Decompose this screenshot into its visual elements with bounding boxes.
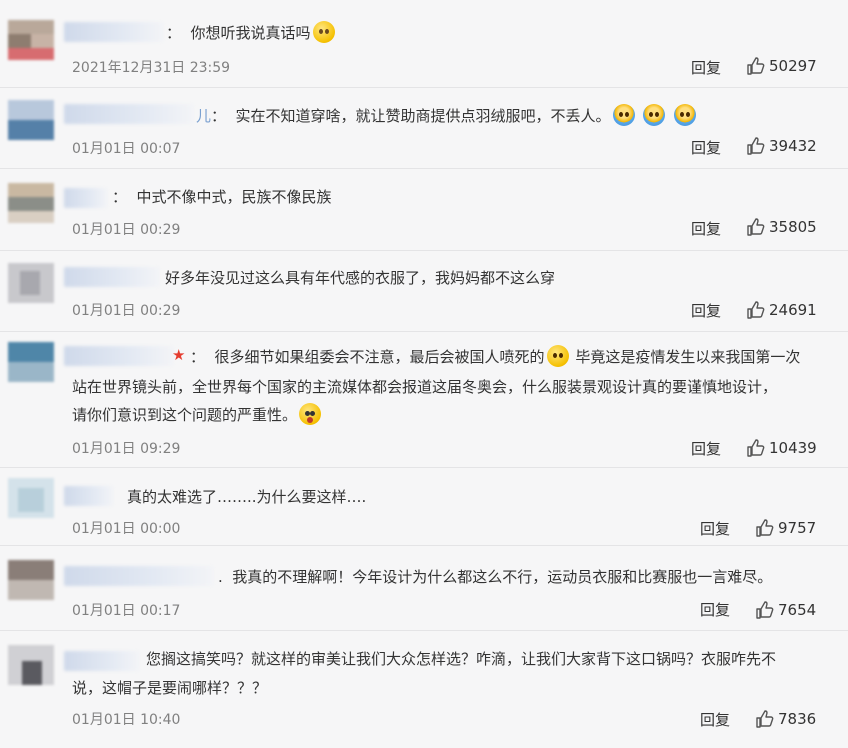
like-count: 10439 bbox=[769, 439, 817, 457]
avatar[interactable] bbox=[8, 263, 54, 303]
username[interactable] bbox=[64, 346, 174, 366]
like-button[interactable]: 50297 bbox=[746, 56, 817, 76]
avatar[interactable] bbox=[8, 560, 54, 600]
avatar[interactable] bbox=[8, 20, 54, 60]
username[interactable] bbox=[64, 651, 140, 671]
reply-button[interactable]: 回复 bbox=[691, 300, 721, 321]
avatar[interactable] bbox=[8, 183, 54, 223]
laugh-cry-emoji-icon bbox=[546, 345, 569, 367]
hug-emoji-icon bbox=[643, 104, 666, 126]
comment-text: ： 中式不像中式，民族不像民族 bbox=[112, 188, 332, 206]
reply-button[interactable]: 回复 bbox=[700, 518, 730, 539]
timestamp: 01月01日 00:29 bbox=[72, 222, 181, 238]
hug-emoji-icon bbox=[612, 104, 635, 126]
comment-text: . 我真的不理解啊！今年设计为什么都这么不行，运动员衣服和比赛服也一言难尽。 bbox=[218, 568, 773, 586]
timestamp: 01月01日 00:29 bbox=[72, 303, 181, 319]
hug-emoji-icon bbox=[674, 104, 697, 126]
like-count: 50297 bbox=[769, 57, 817, 75]
comment-text: ： 很多细节如果组委会不注意，最后会被国人喷死的 毕竟这是疫情发生以来我国第一次 bbox=[190, 344, 800, 370]
thumbs-up-icon bbox=[756, 601, 774, 619]
like-count: 35805 bbox=[769, 218, 817, 236]
like-count: 7836 bbox=[778, 710, 817, 728]
comment-item: ： 中式不像中式，民族不像民族 01月01日 00:29 回复 35805 bbox=[0, 169, 848, 251]
reply-button[interactable]: 回复 bbox=[691, 137, 721, 158]
sad-emoji-icon bbox=[312, 21, 335, 43]
like-button[interactable]: 7654 bbox=[755, 600, 816, 620]
thumbs-up-icon bbox=[747, 57, 765, 75]
timestamp: 01月01日 10:40 bbox=[72, 712, 181, 728]
comment-item: 儿： 实在不知道穿啥，就让赞助商提供点羽绒服吧，不丢人。 01月01日 00:0… bbox=[0, 88, 848, 169]
comment-item: ： 你想听我说真话吗 2021年12月31日 23:59 回复 50297 bbox=[0, 0, 848, 88]
thumbs-up-icon bbox=[747, 218, 765, 236]
like-count: 39432 bbox=[769, 137, 817, 155]
reply-button[interactable]: 回复 bbox=[691, 438, 721, 459]
username[interactable] bbox=[64, 104, 194, 124]
avatar[interactable] bbox=[8, 478, 54, 518]
comment-item: . 我真的不理解啊！今年设计为什么都这么不行，运动员衣服和比赛服也一言难尽。 0… bbox=[0, 546, 848, 631]
comment-item: 您搁这搞笑吗？就这样的审美让我们大众怎样选？咋滴，让我们大家背下这口锅吗？衣服咋… bbox=[0, 631, 848, 748]
like-button[interactable]: 7836 bbox=[755, 709, 816, 729]
comment-text: 请你们意识到这个问题的严重性。 bbox=[72, 402, 323, 428]
username[interactable] bbox=[64, 566, 214, 586]
comment-text: 说，这帽子是要闹哪样？？？ bbox=[72, 679, 268, 697]
shocked-emoji-icon bbox=[299, 403, 322, 425]
avatar[interactable] bbox=[8, 100, 54, 140]
like-button[interactable]: 10439 bbox=[746, 438, 817, 458]
like-button[interactable]: 24691 bbox=[746, 300, 817, 320]
comment-text: 站在世界镜头前，全世界每个国家的主流媒体都会报道这届冬奥会，什么服装景观设计真的… bbox=[72, 378, 778, 396]
timestamp: 01月01日 00:00 bbox=[72, 521, 181, 537]
username[interactable] bbox=[64, 486, 114, 506]
reply-button[interactable]: 回复 bbox=[700, 709, 730, 730]
comment-text: ： 你想听我说真话吗 bbox=[166, 20, 337, 46]
timestamp: 01月01日 09:29 bbox=[72, 441, 181, 457]
comment-item: 好多年没见过这么具有年代感的衣服了，我妈妈都不这么穿 01月01日 00:29 … bbox=[0, 251, 848, 332]
thumbs-up-icon bbox=[747, 137, 765, 155]
like-button[interactable]: 35805 bbox=[746, 217, 817, 237]
like-count: 9757 bbox=[778, 519, 817, 537]
thumbs-up-icon bbox=[756, 519, 774, 537]
timestamp: 2021年12月31日 23:59 bbox=[72, 60, 231, 76]
avatar[interactable] bbox=[8, 342, 54, 382]
username[interactable] bbox=[64, 188, 108, 208]
reply-button[interactable]: 回复 bbox=[691, 218, 721, 239]
thumbs-up-icon bbox=[747, 439, 765, 457]
like-count: 7654 bbox=[778, 601, 817, 619]
thumbs-up-icon bbox=[756, 710, 774, 728]
comment-text: 真的太难选了……..为什么要这样…. bbox=[127, 488, 367, 506]
reply-button[interactable]: 回复 bbox=[691, 57, 721, 78]
like-button[interactable]: 9757 bbox=[755, 518, 816, 538]
comment-text: 您搁这搞笑吗？就这样的审美让我们大众怎样选？咋滴，让我们大家背下这口锅吗？衣服咋… bbox=[146, 650, 777, 668]
badge-icon: ★ bbox=[172, 346, 186, 364]
timestamp: 01月01日 00:07 bbox=[72, 141, 181, 157]
avatar[interactable] bbox=[8, 645, 54, 685]
comment-text: 好多年没见过这么具有年代感的衣服了，我妈妈都不这么穿 bbox=[165, 269, 556, 287]
timestamp: 01月01日 00:17 bbox=[72, 603, 181, 619]
comment-item: 真的太难选了……..为什么要这样…. 01月01日 00:00 回复 9757 bbox=[0, 468, 848, 546]
username[interactable] bbox=[64, 267, 160, 287]
like-count: 24691 bbox=[769, 301, 817, 319]
reply-button[interactable]: 回复 bbox=[700, 599, 730, 620]
comment-text: 儿： 实在不知道穿啥，就让赞助商提供点羽绒服吧，不丢人。 bbox=[196, 103, 698, 129]
comment-item: ★ ： 很多细节如果组委会不注意，最后会被国人喷死的 毕竟这是疫情发生以来我国第… bbox=[0, 332, 848, 468]
thumbs-up-icon bbox=[747, 301, 765, 319]
username[interactable] bbox=[64, 22, 164, 42]
like-button[interactable]: 39432 bbox=[746, 136, 817, 156]
